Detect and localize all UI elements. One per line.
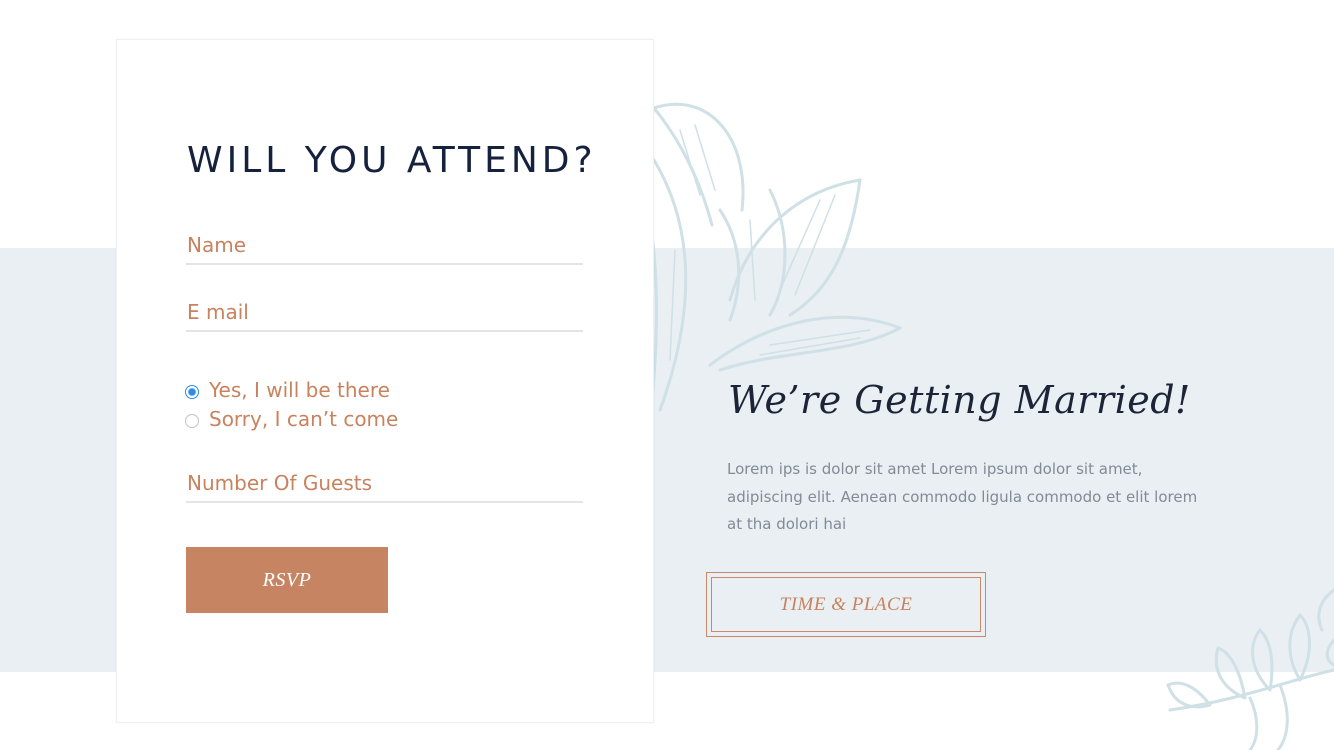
radio-option-no[interactable]: Sorry, I can’t come (185, 406, 398, 432)
rsvp-button[interactable]: RSVP (186, 547, 388, 613)
radio-label-yes: Yes, I will be there (209, 378, 390, 402)
rsvp-card: WILL YOU ATTEND? Name E mail Yes, I will… (116, 39, 654, 723)
guests-placeholder: Number Of Guests (187, 471, 372, 495)
announcement-body: Lorem ips is dolor sit amet Lorem ipsum … (727, 460, 1198, 533)
time-and-place-button[interactable]: TIME & PLACE (706, 572, 986, 637)
email-placeholder: E mail (187, 300, 249, 324)
rsvp-title: WILL YOU ATTEND? (187, 140, 597, 181)
guests-field[interactable]: Number Of Guests (186, 465, 583, 503)
time-and-place-label: TIME & PLACE (711, 577, 981, 632)
announcement-headline: We’re Getting Married! (728, 378, 1191, 422)
email-field[interactable]: E mail (186, 294, 583, 332)
radio-label-no: Sorry, I can’t come (209, 407, 399, 431)
name-field[interactable]: Name (186, 227, 583, 265)
radio-option-yes[interactable]: Yes, I will be there (185, 377, 390, 403)
radio-selected-icon[interactable] (185, 385, 199, 399)
name-placeholder: Name (187, 233, 247, 257)
leaf-branch-illustration-icon (1166, 588, 1334, 750)
radio-unselected-icon[interactable] (185, 414, 199, 428)
